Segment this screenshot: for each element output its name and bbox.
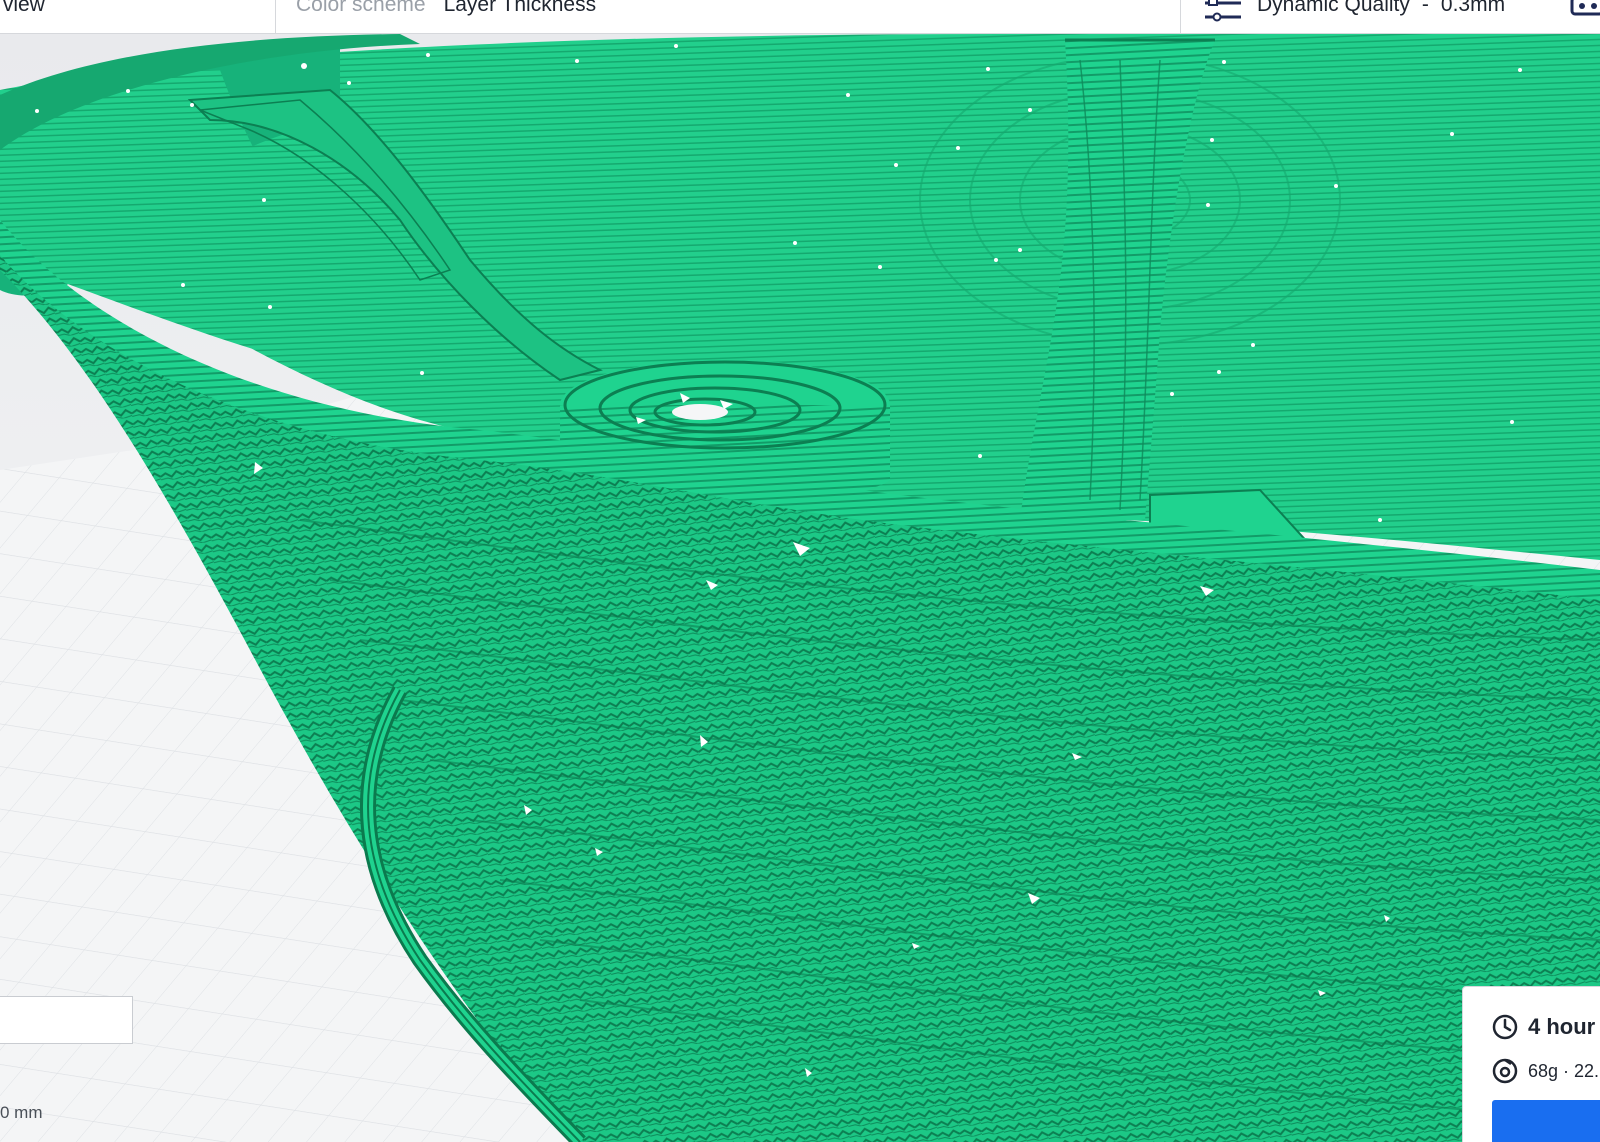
profile-separator: - <box>1421 0 1429 16</box>
save-to-disk-button[interactable] <box>1492 1100 1600 1142</box>
color-scheme-selector[interactable]: Color scheme Layer Thickness <box>276 0 1181 33</box>
print-profile-selector[interactable]: Dynamic Quality - 0.3mm <box>1181 0 1600 33</box>
distance-readout: 0 mm <box>0 1103 43 1122</box>
support-icon[interactable] <box>1568 0 1600 22</box>
color-scheme-label: Color scheme <box>296 0 426 16</box>
3d-viewport[interactable]: r view Color scheme Layer Thickness Dyna… <box>0 0 1600 1142</box>
settings-sliders-icon <box>1205 0 1241 21</box>
profile-name: Dynamic Quality <box>1257 0 1410 16</box>
view-mode-label: r view <box>0 0 45 16</box>
material-usage-value: 68g · 22. <box>1528 1060 1600 1081</box>
material-usage-row: 68g · 22. <box>1492 1058 1599 1084</box>
print-time-row: 4 hour <box>1492 1014 1595 1040</box>
layer-number-input[interactable] <box>0 996 133 1044</box>
print-time-value: 4 hour <box>1528 1014 1596 1039</box>
layer-height-value: 0.3mm <box>1440 0 1506 16</box>
clock-icon <box>1492 1014 1518 1040</box>
color-scheme-value: Layer Thickness <box>443 0 597 16</box>
view-toolbar: r view Color scheme Layer Thickness Dyna… <box>0 0 1600 34</box>
view-mode-selector[interactable]: r view <box>0 0 276 33</box>
spool-icon <box>1492 1058 1518 1084</box>
sliced-model-preview[interactable] <box>0 0 1600 1142</box>
